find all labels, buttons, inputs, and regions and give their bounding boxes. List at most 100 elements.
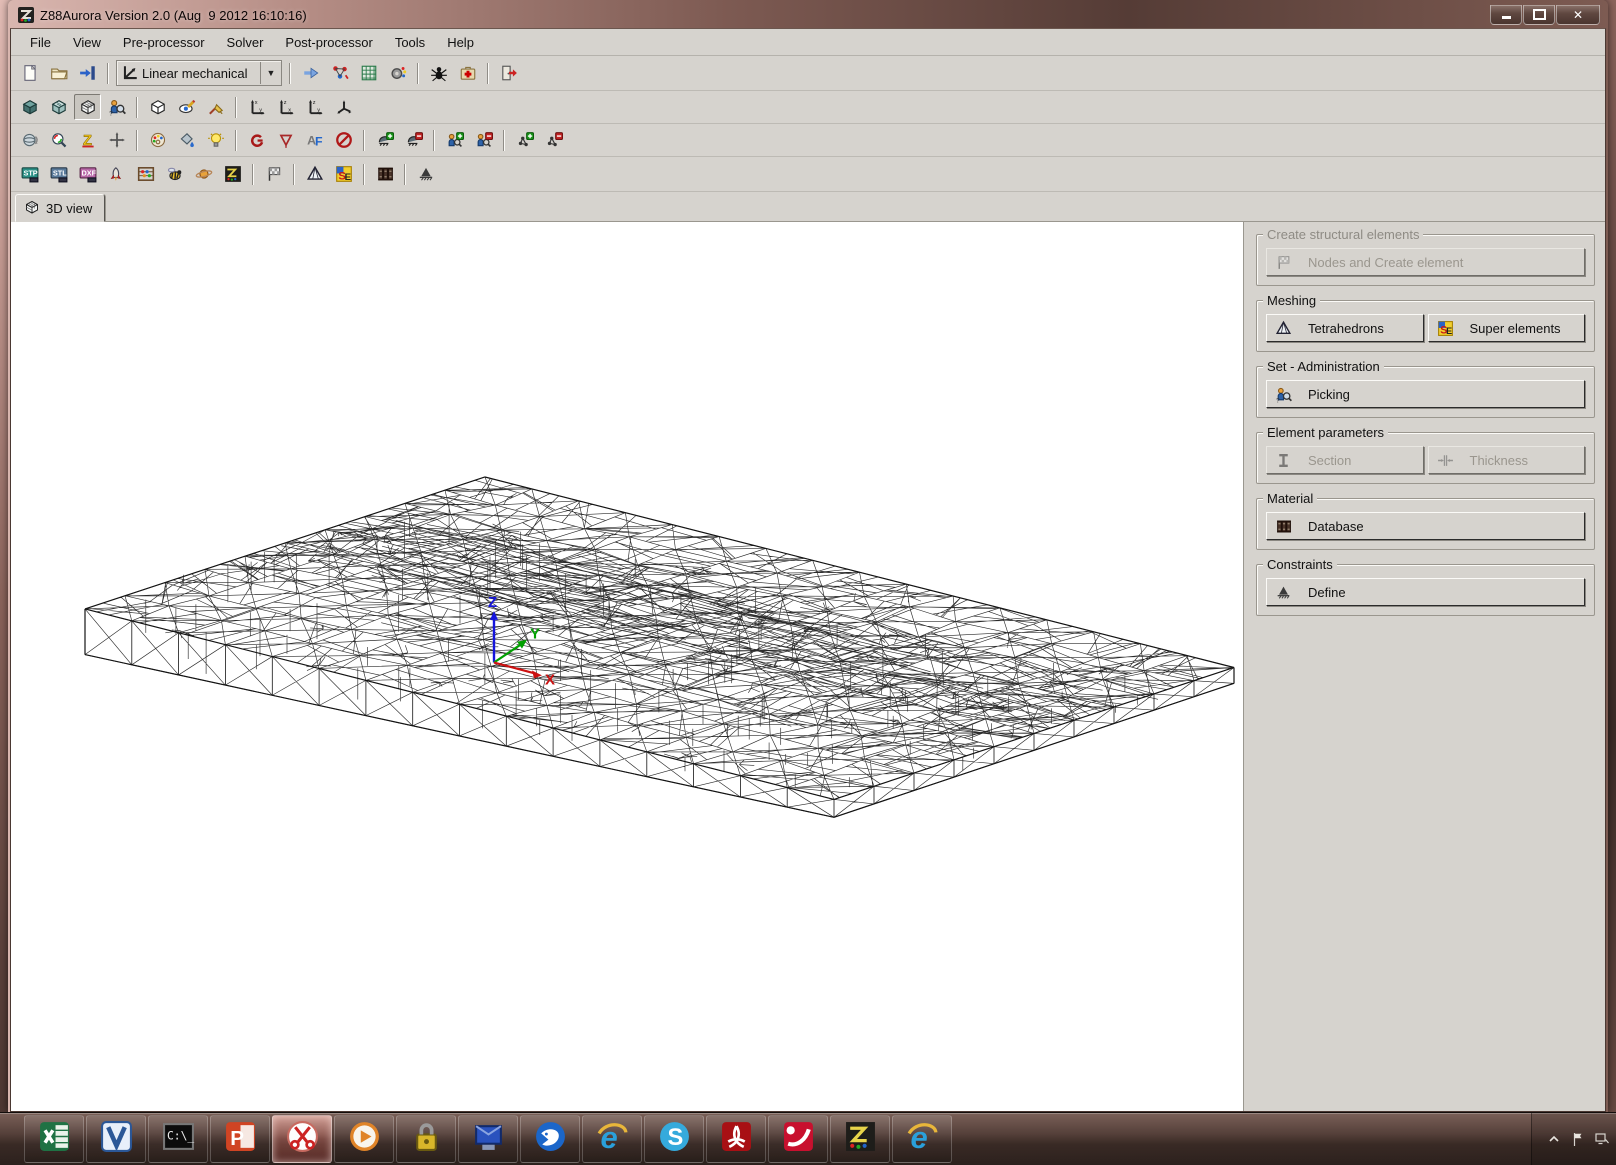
tab-label: 3D view <box>46 201 92 216</box>
nodes-create-element-button[interactable]: Nodes and Create element <box>1266 248 1585 276</box>
taskbar-app-powerpoint[interactable]: P <box>210 1115 270 1163</box>
toolbar-button-move-cross[interactable] <box>103 127 130 153</box>
toolbar-button-first-aid[interactable] <box>454 60 481 86</box>
super-elements-button[interactable]: SE Super elements <box>1428 314 1586 342</box>
flag-icon[interactable] <box>1570 1131 1586 1147</box>
title-bar[interactable]: Z88Aurora Version 2.0 (Aug 9 2012 16:10:… <box>10 0 1606 28</box>
toolbar-button-material-db[interactable] <box>371 161 398 187</box>
toolbar-button-no-entry[interactable] <box>330 127 357 153</box>
toolbar-button-rocket[interactable] <box>103 161 130 187</box>
chevron-down-icon[interactable]: ▼ <box>260 62 281 84</box>
menu-help[interactable]: Help <box>436 31 485 54</box>
section-button[interactable]: Section <box>1266 446 1424 474</box>
taskbar-app-excel[interactable] <box>24 1115 84 1163</box>
taskbar-app-keepass[interactable] <box>396 1115 456 1163</box>
toolbar-button-set-remove[interactable] <box>400 127 427 153</box>
taskbar-app-mediaplayer[interactable] <box>334 1115 394 1163</box>
toolbar-button-folder-open[interactable] <box>45 60 72 86</box>
tab-3d-view[interactable]: 3D view <box>15 194 105 222</box>
toolbar-button-eye-pencil[interactable] <box>173 94 200 120</box>
menu-tools[interactable]: Tools <box>384 31 436 54</box>
toolbar-button-picking-flag[interactable] <box>260 161 287 187</box>
toolbar-button-zoom-color[interactable] <box>45 127 72 153</box>
minimize-button[interactable] <box>1490 5 1522 25</box>
taskbar-app-ie[interactable]: e <box>582 1115 642 1163</box>
toolbar-button-constraint-tri[interactable] <box>412 161 439 187</box>
mode-selector-combobox[interactable]: Linear mechanical▼ <box>116 60 282 86</box>
chevron-up-icon[interactable] <box>1546 1131 1562 1147</box>
toolbar-button-cube-half[interactable] <box>45 94 72 120</box>
toolbar-button-bulb[interactable] <box>202 127 229 153</box>
toolbar-button-font-af[interactable]: AF <box>301 127 328 153</box>
spider-icon <box>430 64 448 82</box>
taskbar-app-cmd[interactable]: C:\_ <box>148 1115 208 1163</box>
network-icon[interactable] <box>1594 1131 1610 1147</box>
toolbar-button-abacus[interactable] <box>132 161 159 187</box>
taskbar-app-z88-app[interactable] <box>830 1115 890 1163</box>
taskbar-app-adobe-reader[interactable] <box>706 1115 766 1163</box>
taskbar-app-ie-2[interactable]: e <box>892 1115 952 1163</box>
toolbar-button-cube-wire[interactable] <box>74 94 101 120</box>
toolbar-button-arrow-right[interactable] <box>297 60 324 86</box>
toolbar-button-z88-logo[interactable] <box>219 161 246 187</box>
menu-solver[interactable]: Solver <box>216 31 275 54</box>
toolbar-button-node-remove[interactable] <box>540 127 567 153</box>
maximize-button[interactable] <box>1523 5 1555 25</box>
picking-button[interactable]: ? Picking <box>1266 380 1585 408</box>
toolbar-button-solver-nodes[interactable] <box>326 60 353 86</box>
toolbar-button-saturn[interactable] <box>190 161 217 187</box>
thickness-button[interactable]: Thickness <box>1428 446 1586 474</box>
toolbar-button-zoom-user[interactable]: ? <box>103 94 130 120</box>
taskbar-app-visio[interactable] <box>86 1115 146 1163</box>
toolbar-button-broom[interactable] <box>202 94 229 120</box>
close-button[interactable]: ✕ <box>1556 5 1600 25</box>
toolbar-button-bee[interactable] <box>161 161 188 187</box>
toolbar-button-axes-zx[interactable]: zx <box>272 94 299 120</box>
toolbar-button-axes-iso[interactable] <box>330 94 357 120</box>
toolbar-button-load-knot[interactable] <box>243 127 270 153</box>
taskbar-app-skype[interactable]: S <box>644 1115 704 1163</box>
constraints-define-button[interactable]: Define <box>1266 578 1585 606</box>
toolbar-button-z-yellow[interactable]: Z <box>74 127 101 153</box>
toolbar-button-paint-bucket[interactable] <box>173 127 200 153</box>
toolbar-button-cube-white[interactable] <box>144 94 171 120</box>
zoom-color-icon <box>50 131 68 149</box>
toolbar-separator <box>417 63 419 84</box>
toolbar-button-stl-file[interactable]: STL <box>45 161 72 187</box>
menu-file[interactable]: File <box>19 31 62 54</box>
super-elements-icon: SE <box>1437 320 1462 337</box>
toolbar-button-super-el[interactable]: SE <box>330 161 357 187</box>
taskbar-app-snipping[interactable] <box>272 1115 332 1163</box>
toolbar-button-doc-new[interactable] <box>16 60 43 86</box>
toolbar-button-pick-remove[interactable] <box>470 127 497 153</box>
toolbar-button-axes-zy[interactable]: zy <box>301 94 328 120</box>
toolbar-button-gears[interactable] <box>384 60 411 86</box>
super-el-icon: SE <box>335 165 353 183</box>
desktop: { "window": { "title": "Z88Aurora Versio… <box>0 0 1616 1165</box>
toolbar-button-flag-nabla[interactable] <box>272 127 299 153</box>
toolbar-button-node-add[interactable] <box>511 127 538 153</box>
menu-view[interactable]: View <box>62 31 112 54</box>
toolbar-button-spider[interactable] <box>425 60 452 86</box>
taskbar-app-solidworks[interactable] <box>768 1115 828 1163</box>
toolbar-button-import[interactable] <box>74 60 101 86</box>
taskbar-app-backup[interactable] <box>458 1115 518 1163</box>
toolbar-button-palette[interactable] <box>144 127 171 153</box>
menu-post-processor[interactable]: Post-processor <box>274 31 383 54</box>
toolbar-button-rotate-globe[interactable] <box>16 127 43 153</box>
toolbar-button-pick-add[interactable] <box>441 127 468 153</box>
toolbar-button-exit-door[interactable] <box>495 60 522 86</box>
toolbar-button-cube-solid[interactable] <box>16 94 43 120</box>
toolbar-button-dxf-file[interactable]: DXF <box>74 161 101 187</box>
menu-pre-processor[interactable]: Pre-processor <box>112 31 216 54</box>
toolbar-button-axes-xy[interactable]: xy <box>243 94 270 120</box>
taskbar-app-thunderbird[interactable] <box>520 1115 580 1163</box>
tetrahedrons-button[interactable]: Tetrahedrons <box>1266 314 1424 342</box>
toolbar-button-tetra[interactable] <box>301 161 328 187</box>
material-database-button[interactable]: Database <box>1266 512 1585 540</box>
toolbar-button-calc-table[interactable] <box>355 60 382 86</box>
toolbar-button-stp-file[interactable]: STP <box>16 161 43 187</box>
3d-viewport[interactable]: ZYX <box>11 222 1244 1111</box>
constraint-triangle-icon <box>1275 584 1300 601</box>
toolbar-button-set-add[interactable] <box>371 127 398 153</box>
